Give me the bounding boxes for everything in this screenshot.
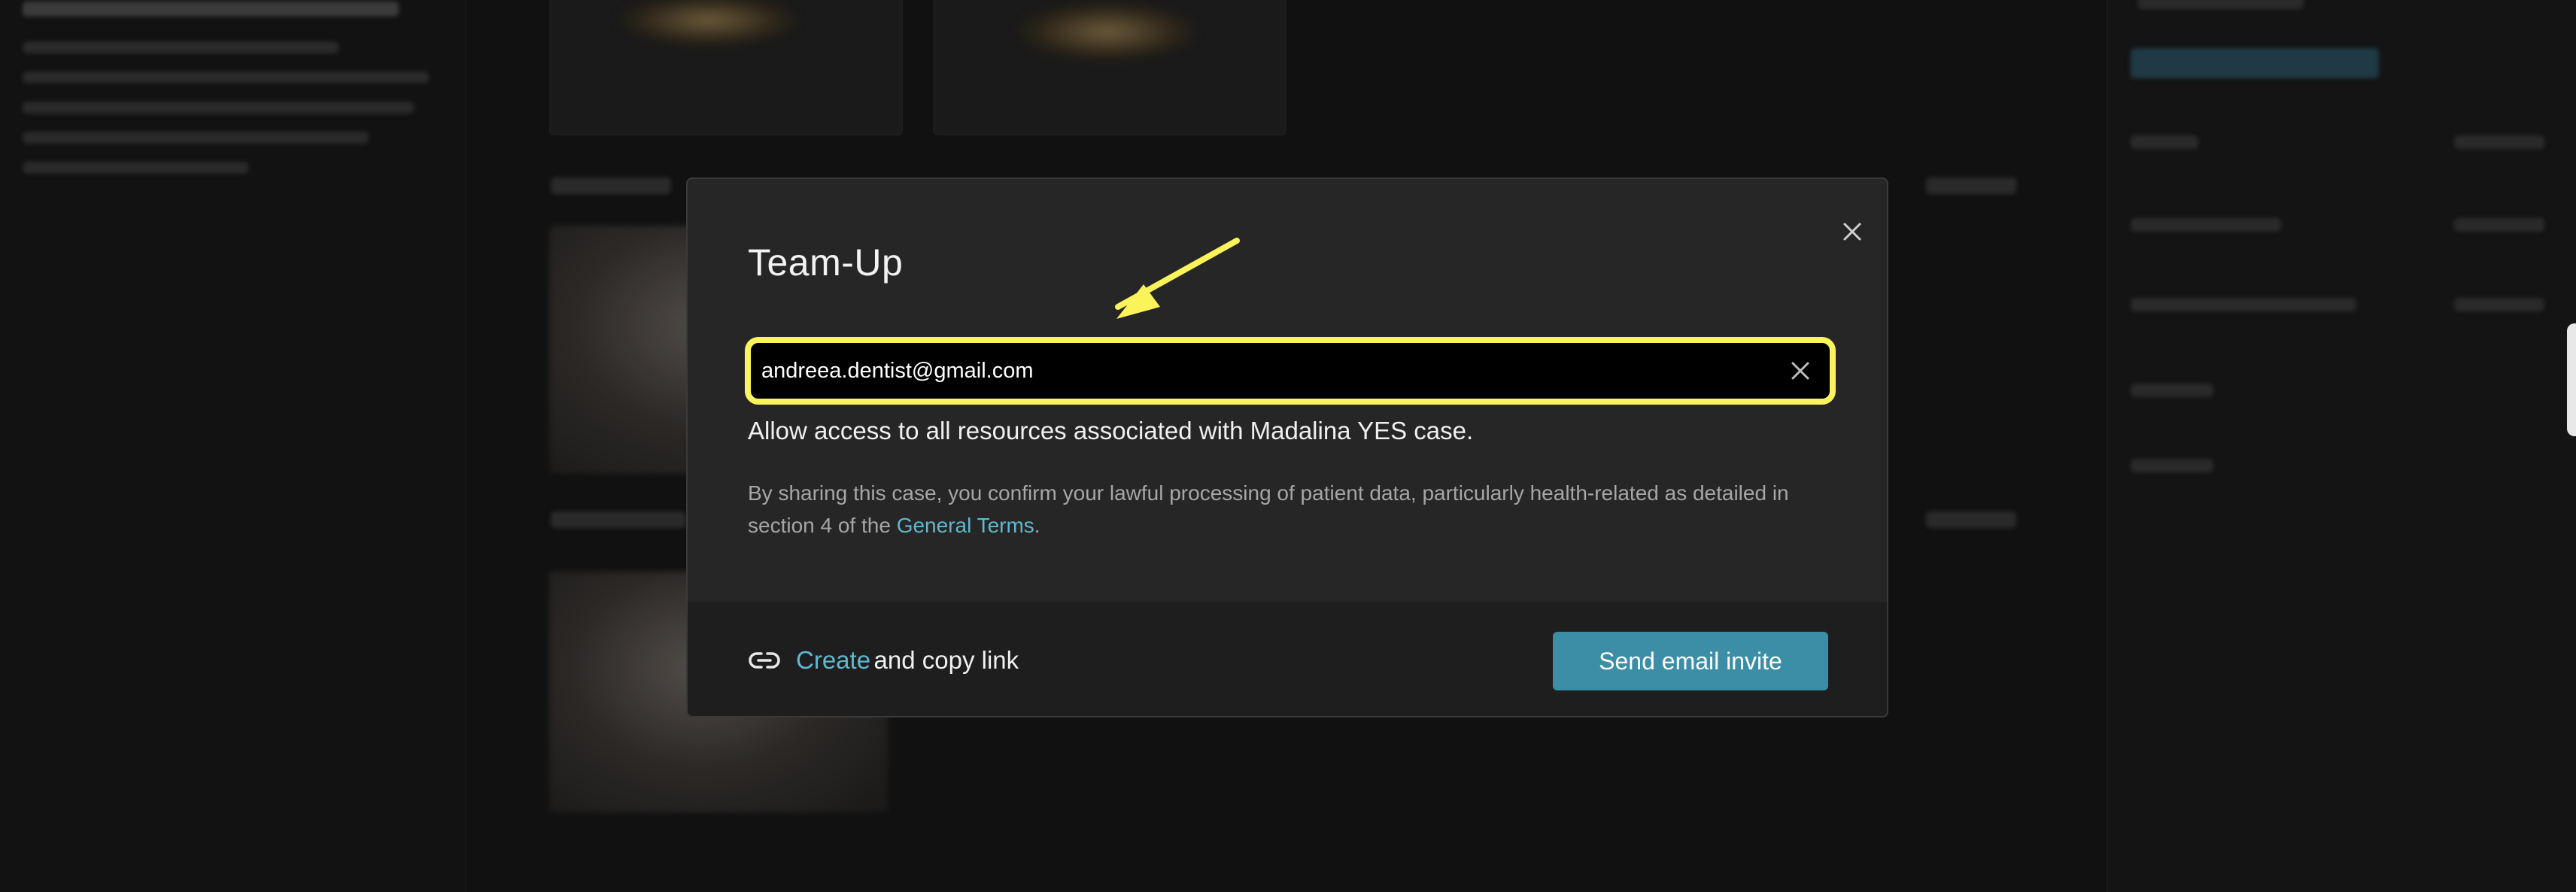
email-input[interactable] bbox=[761, 343, 1769, 399]
create-link[interactable]: Create bbox=[796, 646, 870, 674]
allow-access-text: Allow access to all resources associated… bbox=[748, 417, 1474, 444]
consent-end: . bbox=[1034, 514, 1040, 537]
background-right-panel bbox=[2107, 0, 2576, 892]
modal-body: Team-Up Allow access to all resources as… bbox=[688, 179, 1887, 602]
link-icon bbox=[749, 652, 780, 669]
modal-title: Team-Up bbox=[748, 241, 904, 284]
close-button[interactable] bbox=[1830, 209, 1875, 254]
clear-input-icon bbox=[1791, 362, 1809, 380]
team-up-modal: Team-Up Allow access to all resources as… bbox=[686, 177, 1888, 718]
modal-footer: Create and copy link Send email invite bbox=[688, 602, 1887, 716]
send-email-invite-button[interactable]: Send email invite bbox=[1553, 632, 1828, 690]
consent-text: By sharing this case, you confirm your l… bbox=[748, 477, 1816, 542]
close-icon bbox=[1843, 223, 1861, 241]
create-copy-link-group: Create and copy link bbox=[748, 641, 1019, 680]
general-terms-link[interactable]: General Terms bbox=[897, 514, 1034, 537]
background-scroll-handle bbox=[2567, 323, 2576, 436]
background-left-panel bbox=[0, 0, 466, 892]
copy-link-text: and copy link bbox=[873, 646, 1019, 674]
email-input-highlight bbox=[745, 337, 1836, 405]
clear-input-button[interactable] bbox=[1785, 355, 1816, 387]
